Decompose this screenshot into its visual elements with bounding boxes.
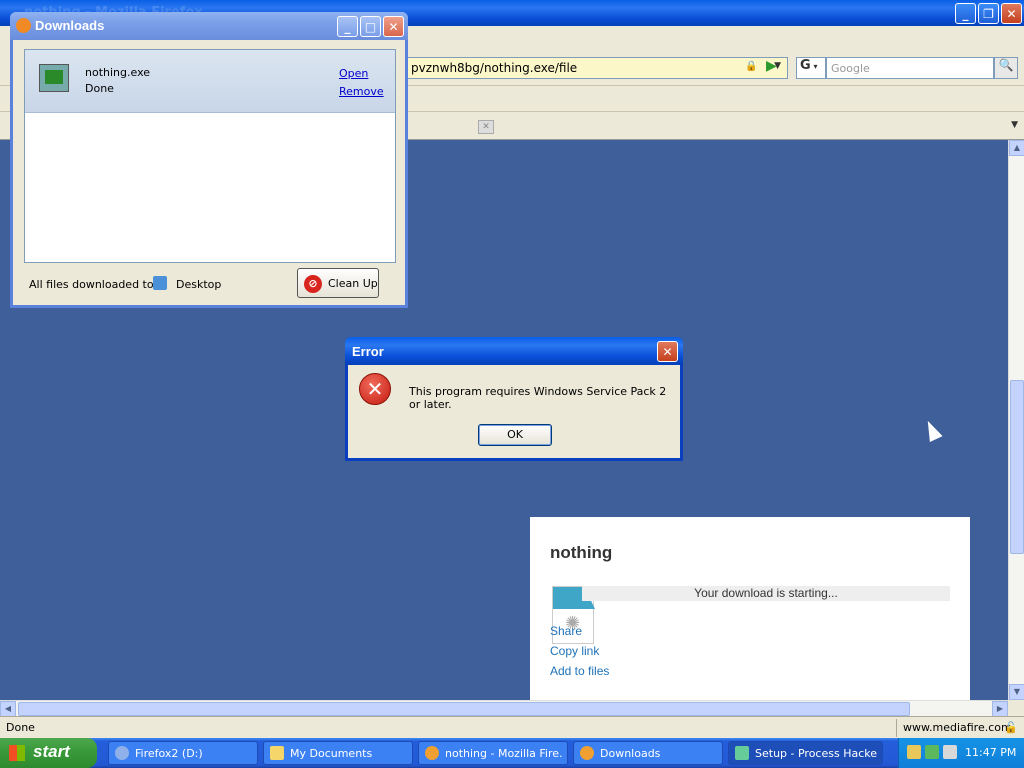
url-text: pvznwh8bg/nothing.exe/file xyxy=(411,61,578,75)
tab-close-icon[interactable]: ✕ xyxy=(478,120,494,134)
tray-icon[interactable] xyxy=(925,745,939,759)
drive-icon xyxy=(115,746,129,760)
firefox-icon xyxy=(425,746,439,760)
search-button[interactable]: 🔍 xyxy=(994,57,1018,79)
go-button[interactable]: ▶ xyxy=(766,58,786,78)
clean-up-label: Clean Up xyxy=(328,277,378,290)
google-icon: G xyxy=(800,58,811,73)
tray-icon[interactable] xyxy=(907,745,921,759)
add-to-files-link[interactable]: Add to files xyxy=(550,664,609,678)
task-label: Setup - Process Hacker xyxy=(755,747,878,760)
url-bar[interactable]: pvznwh8bg/nothing.exe/file 🔒 ▼ xyxy=(404,57,788,79)
setup-icon xyxy=(735,746,749,760)
task-process-hacker[interactable]: Setup - Process Hacker xyxy=(728,741,883,765)
ok-button[interactable]: OK xyxy=(478,424,552,446)
folder-icon xyxy=(270,746,284,760)
downloads-close-button[interactable]: ✕ xyxy=(383,16,404,37)
error-titlebar[interactable]: Error ✕ xyxy=(345,337,683,365)
system-tray: 11:47 PM xyxy=(898,738,1024,768)
error-close-button[interactable]: ✕ xyxy=(657,341,678,362)
mediafire-card: nothing ✺ Your download is starting... S… xyxy=(530,517,970,700)
status-text: Done xyxy=(6,721,35,734)
clock: 11:47 PM xyxy=(965,746,1017,759)
minimize-button[interactable]: _ xyxy=(955,3,976,24)
restore-button[interactable]: ❐ xyxy=(978,3,999,24)
task-firefox[interactable]: nothing - Mozilla Fire... xyxy=(418,741,568,765)
firefox-icon xyxy=(16,18,31,33)
clean-up-button[interactable]: ⊘ Clean Up xyxy=(297,268,379,298)
security-icon: 🔓 xyxy=(1004,721,1018,734)
error-dialog: Error ✕ ✕ This program requires Windows … xyxy=(345,337,683,461)
downloads-maximize-button[interactable]: □ xyxy=(360,16,381,37)
download-folder[interactable]: Desktop xyxy=(176,278,221,291)
download-name: nothing.exe xyxy=(85,66,151,79)
desktop-folder-icon xyxy=(153,276,167,290)
download-location-label: All files downloaded to: xyxy=(29,278,158,291)
scroll-left-icon[interactable]: ◀ xyxy=(0,701,16,717)
lock-icon: 🔒 xyxy=(745,61,758,72)
share-link[interactable]: Share xyxy=(550,624,582,638)
copy-link[interactable]: Copy link xyxy=(550,644,599,658)
error-icon: ✕ xyxy=(359,373,391,405)
horizontal-scrollbar[interactable]: ◀ ▶ xyxy=(0,700,1008,717)
remove-link[interactable]: Remove xyxy=(339,85,384,98)
downloads-titlebar[interactable]: Downloads _ □ ✕ xyxy=(10,12,408,40)
no-entry-icon: ⊘ xyxy=(304,275,322,293)
start-button[interactable]: start xyxy=(0,738,97,768)
firefox-icon xyxy=(580,746,594,760)
file-title: nothing xyxy=(550,543,613,562)
task-label: Firefox2 (D:) xyxy=(135,747,203,760)
status-site: www.mediafire.com xyxy=(896,719,1012,737)
scroll-down-icon[interactable]: ▼ xyxy=(1009,684,1024,700)
download-item[interactable]: nothing.exe Done Open Remove xyxy=(25,50,395,113)
tray-icon[interactable] xyxy=(943,745,957,759)
scroll-up-icon[interactable]: ▲ xyxy=(1009,140,1024,156)
task-downloads[interactable]: Downloads xyxy=(573,741,723,765)
windows-logo-icon xyxy=(9,745,25,761)
taskbar: start Firefox2 (D:) My Documents nothing… xyxy=(0,738,1024,768)
close-button[interactable]: ✕ xyxy=(1001,3,1022,24)
start-label: start xyxy=(33,742,70,761)
downloads-list: nothing.exe Done Open Remove xyxy=(24,49,396,263)
task-my-documents[interactable]: My Documents xyxy=(263,741,413,765)
vertical-scrollbar[interactable]: ▲ ▼ xyxy=(1008,140,1024,700)
search-engine-button[interactable]: G ▾ xyxy=(796,57,826,79)
error-message: This program requires Windows Service Pa… xyxy=(409,385,667,411)
downloads-minimize-button[interactable]: _ xyxy=(337,16,358,37)
search-input[interactable]: Google xyxy=(826,57,994,79)
status-bar: Done www.mediafire.com 🔓 xyxy=(0,716,1024,738)
task-firefox2[interactable]: Firefox2 (D:) xyxy=(108,741,258,765)
downloads-title: Downloads xyxy=(35,18,105,33)
task-label: My Documents xyxy=(290,747,373,760)
hscroll-thumb[interactable] xyxy=(18,702,910,716)
exe-file-icon xyxy=(39,64,69,92)
scroll-thumb[interactable] xyxy=(1010,380,1024,554)
task-label: nothing - Mozilla Fire... xyxy=(445,747,563,760)
open-link[interactable]: Open xyxy=(339,67,368,80)
downloads-window: Downloads _ □ ✕ nothing.exe Done Open Re… xyxy=(10,12,408,308)
scroll-right-icon[interactable]: ▶ xyxy=(992,701,1008,717)
tab-list-icon[interactable]: ▼ xyxy=(1011,120,1018,130)
error-title: Error xyxy=(352,344,384,359)
task-label: Downloads xyxy=(600,747,661,760)
download-state: Done xyxy=(85,82,114,95)
download-status: Your download is starting... xyxy=(582,586,950,601)
